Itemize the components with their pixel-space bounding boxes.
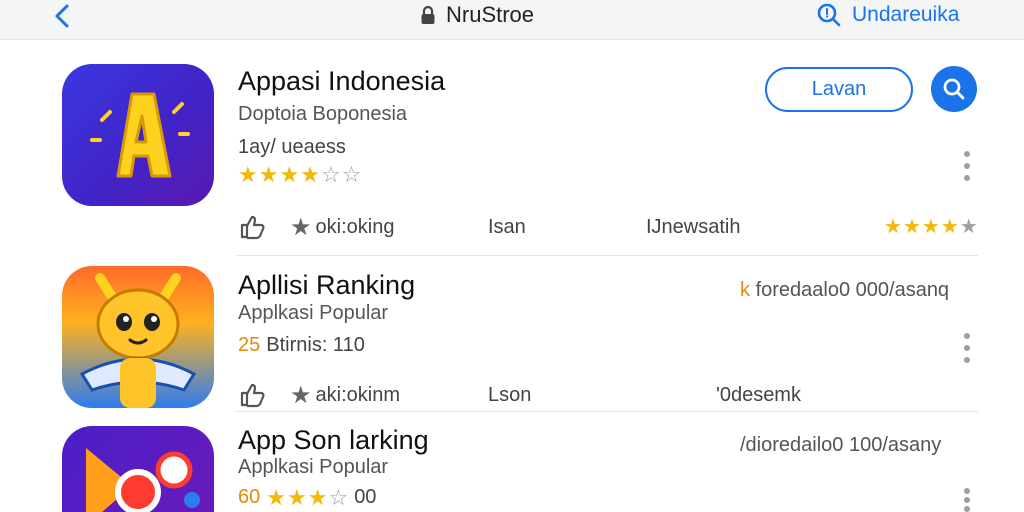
divider xyxy=(236,255,978,256)
app-meta-text: 00 xyxy=(354,486,377,508)
like-button[interactable] xyxy=(238,212,266,242)
rating-stars: ★ ★ ★ ★ ☆ ☆ xyxy=(238,164,361,186)
app-name[interactable]: App Son larking xyxy=(238,425,429,456)
more-options-icon[interactable] xyxy=(958,151,976,181)
column-3-label: IJnewsatih xyxy=(646,215,741,238)
app-icon-ranking[interactable] xyxy=(62,266,214,408)
app-meta: 25 Btirnis: 110 xyxy=(238,334,365,357)
app-name[interactable]: Apllisi Ranking xyxy=(238,270,415,301)
ranking-note-text: foredaalo0 000/asanq xyxy=(755,279,950,301)
ranking-text: oki:oking xyxy=(315,215,395,238)
thumbs-up-icon xyxy=(240,215,265,240)
top-search-link[interactable]: Undareuika xyxy=(816,2,959,28)
app-action-row: ★ aki:okinm Lson '0desemk xyxy=(238,380,978,414)
address-bar[interactable]: NruStroe xyxy=(420,2,534,28)
play-logo-icon xyxy=(86,448,200,512)
app-meta: 60 ★ ★ ★ ☆ 00 xyxy=(238,486,376,509)
chevron-left-icon xyxy=(55,4,69,28)
divider xyxy=(236,411,978,412)
search-button[interactable] xyxy=(931,66,977,112)
column-2-label: Lson xyxy=(488,383,532,406)
lock-icon xyxy=(421,5,435,24)
column-2-label: Isan xyxy=(488,215,526,238)
star-rating-icon: ★ ★ ★ ★ ☆ ☆ xyxy=(238,162,362,187)
cartoon-cat-icon xyxy=(79,273,197,408)
app-meta-text: 1ay/ ueaess xyxy=(238,136,346,158)
app-meta: 1ay/ ueaess xyxy=(238,136,346,159)
ranking-note: k foredaalo0 000/asanq xyxy=(740,279,949,302)
search-icon xyxy=(817,3,841,27)
star-rating-icon: ★ ★ ★ ☆ xyxy=(266,484,349,510)
app-subtitle: Doptoia Boponesia xyxy=(238,103,408,125)
top-search-label: Undareuika xyxy=(852,3,960,26)
featured-action-row: ★ oki:oking Isan IJnewsatih ★ ★ ★ ★ ★ xyxy=(238,212,978,246)
app-subtitle: Applkasi Popular xyxy=(238,456,389,478)
ranking-label: ★ oki:oking xyxy=(290,212,394,242)
star-icon: ★ xyxy=(290,213,312,241)
star-rating-icon: ★ ★ ★ ★ ★ xyxy=(884,216,978,238)
page-title: NruStroe xyxy=(446,2,535,27)
like-button[interactable] xyxy=(238,380,266,410)
app-subtitle: Applkasi Popular xyxy=(238,302,389,324)
star-icon: ★ xyxy=(290,381,312,409)
back-button[interactable] xyxy=(48,2,78,32)
app-rank-number: 60 xyxy=(238,486,261,508)
more-options-icon[interactable] xyxy=(958,488,976,512)
top-bar: NruStroe Undareuika xyxy=(0,0,1024,40)
app-icon-son-larking[interactable] xyxy=(62,426,214,512)
lavan-button[interactable]: Lavan xyxy=(765,67,913,112)
column-3-label: '0desemk xyxy=(716,383,801,406)
app-meta-text: Btirnis: 110 xyxy=(266,334,365,356)
ranking-text: aki:okinm xyxy=(315,383,400,406)
more-options-icon[interactable] xyxy=(958,333,976,363)
search-icon xyxy=(943,78,965,100)
thumbs-up-icon xyxy=(240,383,265,408)
ranking-label: ★ aki:okinm xyxy=(290,380,400,410)
ranking-note-prefix: k xyxy=(740,279,750,301)
letter-a-logo-icon xyxy=(90,92,190,178)
app-name[interactable]: Appasi Indonesia xyxy=(238,66,445,97)
app-rank-number: 25 xyxy=(238,334,261,356)
app-icon-appasi[interactable] xyxy=(62,64,214,206)
ranking-note: /dioredailo0 100/asany xyxy=(740,434,942,456)
